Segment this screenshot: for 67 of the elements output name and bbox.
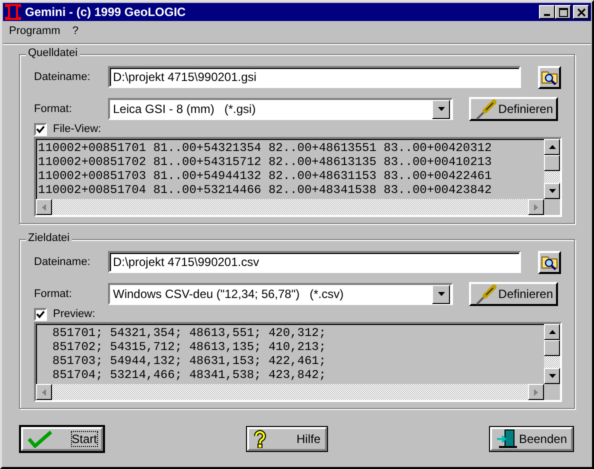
filename-field[interactable]: D:\projekt 4715\990201.gsi bbox=[108, 66, 521, 88]
scroll-thumb[interactable] bbox=[544, 340, 560, 356]
app-icon bbox=[5, 4, 21, 20]
text-line: 110002+00851703 81..00+54944132 82..00+48631153 83..00+00422461 bbox=[38, 169, 493, 183]
field-label: Dateiname: bbox=[34, 71, 92, 83]
vertical-scrollbar[interactable] bbox=[544, 324, 560, 384]
minimize-icon bbox=[544, 14, 550, 16]
screwdriver-icon bbox=[474, 97, 498, 121]
left-arrow-icon bbox=[42, 204, 46, 210]
text-line: 110002+00851702 81..00+54315712 82..00+48613135 83..00+00410213 bbox=[38, 155, 493, 169]
field-label: Format: bbox=[34, 103, 73, 115]
right-arrow-icon bbox=[534, 204, 538, 210]
format-dropdown[interactable]: Leica GSI - 8 (mm) (*.gsi) bbox=[108, 98, 453, 120]
scroll-thumb[interactable] bbox=[544, 155, 560, 171]
right-arrow-icon bbox=[534, 388, 538, 396]
door-icon bbox=[496, 429, 518, 449]
checkbox[interactable] bbox=[34, 122, 47, 136]
scroll-down-button[interactable] bbox=[544, 368, 560, 384]
help-button[interactable]: Hilfe bbox=[246, 427, 326, 451]
group-title: Zieldatei bbox=[26, 232, 72, 244]
close-button[interactable] bbox=[573, 5, 589, 19]
start-button[interactable]: Start bbox=[21, 427, 103, 451]
vertical-scrollbar[interactable] bbox=[544, 139, 560, 199]
field-label: Format: bbox=[34, 288, 73, 300]
exit-button[interactable]: Beenden bbox=[490, 427, 573, 451]
text-line: 851704; 53214,466; 48341,538; 423,842; bbox=[51, 368, 328, 382]
text-line: 110002+00851701 81..00+54321354 82..00+48613551 83..00+00420312 bbox=[38, 141, 493, 155]
maximize-button[interactable] bbox=[555, 5, 571, 19]
define-button[interactable]: Definieren bbox=[469, 97, 558, 121]
horizontal-scrollbar[interactable] bbox=[36, 384, 544, 400]
screwdriver-icon bbox=[474, 282, 498, 306]
checkbox[interactable] bbox=[34, 308, 47, 320]
format-dropdown[interactable]: Windows CSV-deu ("12,34; 56,78") (*.csv) bbox=[108, 283, 453, 305]
scroll-up-button[interactable] bbox=[544, 139, 560, 155]
minimize-button[interactable] bbox=[539, 5, 555, 19]
maximize-icon bbox=[556, 6, 570, 18]
checkbox-label[interactable]: File-View: bbox=[53, 123, 102, 135]
left-arrow-icon bbox=[42, 388, 46, 396]
up-arrow-icon bbox=[548, 330, 556, 334]
down-arrow-icon bbox=[548, 189, 556, 193]
browse-button[interactable] bbox=[538, 250, 561, 274]
down-arrow-icon bbox=[438, 107, 444, 111]
up-arrow-icon bbox=[548, 145, 556, 149]
text-line: 851703; 54944,132; 48631,153; 422,461; bbox=[51, 354, 328, 368]
scroll-left-button[interactable] bbox=[36, 384, 52, 400]
menu-item[interactable]: ? bbox=[72, 24, 78, 36]
menu-item[interactable]: Programm bbox=[9, 24, 60, 36]
scroll-left-button[interactable] bbox=[36, 199, 52, 215]
scroll-up-button[interactable] bbox=[544, 324, 560, 340]
text-line: 110002+00851704 81..00+53214466 82..00+48341538 83..00+00423842 bbox=[38, 183, 493, 197]
horizontal-scrollbar[interactable] bbox=[36, 199, 544, 215]
down-arrow-icon bbox=[548, 374, 556, 378]
field-label: Dateiname: bbox=[34, 256, 92, 268]
down-arrow-icon bbox=[438, 292, 444, 296]
window-title: Gemini - (c) 1999 GeoLOGIC bbox=[25, 5, 187, 19]
text-line: 851701; 54321,354; 48613,551; 420,312; bbox=[51, 326, 328, 340]
question-mark-icon bbox=[252, 430, 266, 448]
scroll-right-button[interactable] bbox=[528, 199, 544, 215]
filename-field[interactable]: D:\projekt 4715\990201.csv bbox=[108, 251, 521, 273]
scroll-down-button[interactable] bbox=[544, 183, 560, 199]
define-button[interactable]: Definieren bbox=[469, 282, 558, 306]
checkbox-label[interactable]: Preview: bbox=[53, 308, 96, 320]
group-title: Quelldatei bbox=[26, 47, 80, 59]
scroll-right-button[interactable] bbox=[528, 384, 544, 400]
text-line: 851702; 54315,712; 48613,135; 410,213; bbox=[51, 340, 328, 354]
checkmark-icon bbox=[27, 430, 53, 448]
browse-button[interactable] bbox=[538, 66, 561, 88]
